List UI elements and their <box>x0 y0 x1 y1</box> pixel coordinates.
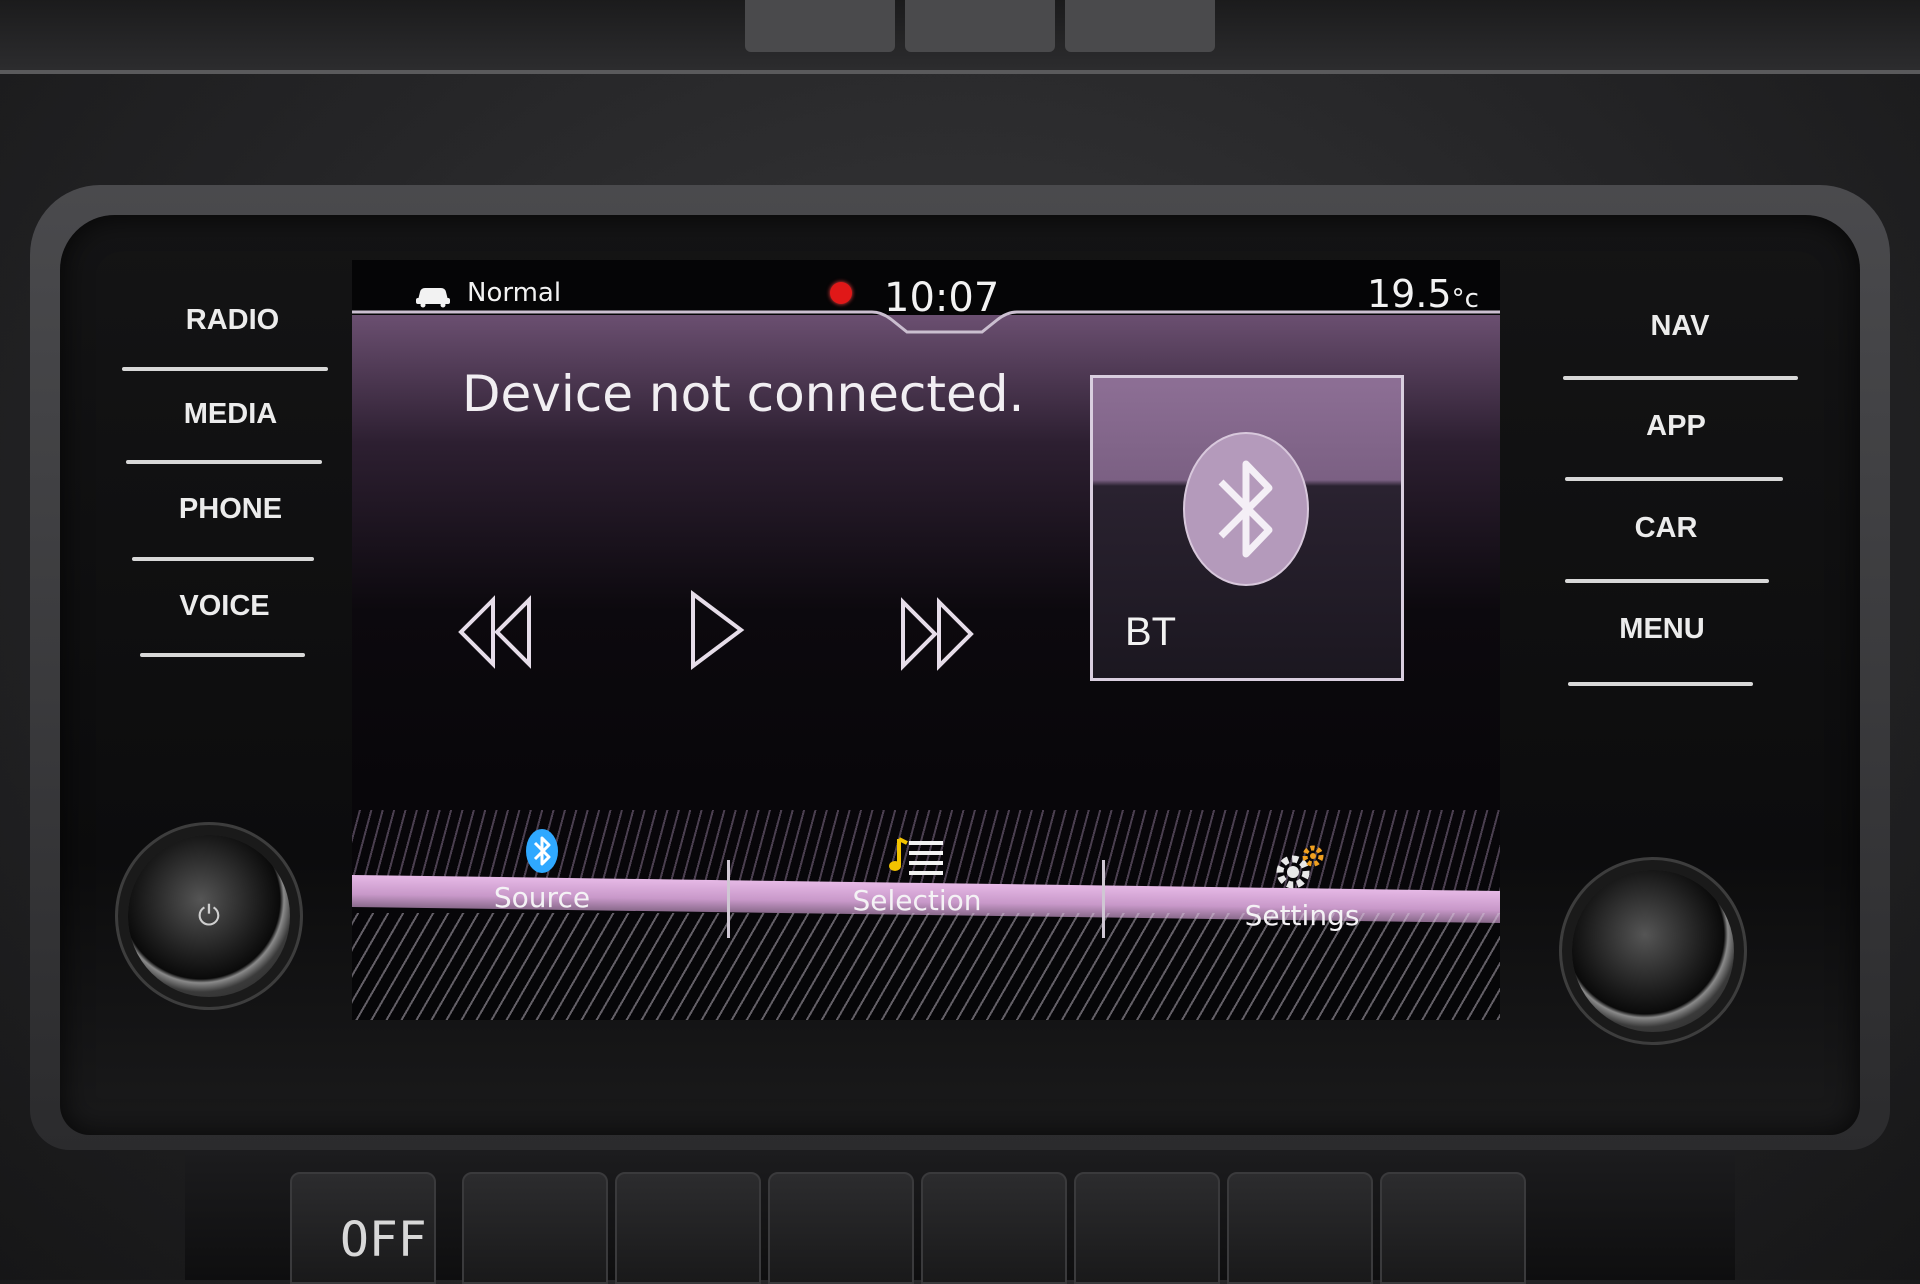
climate-button[interactable] <box>1074 1172 1220 1284</box>
vent-slat <box>1065 0 1215 52</box>
hw-button-media[interactable]: MEDIA <box>148 398 313 431</box>
tab-settings[interactable]: Settings <box>1197 842 1407 932</box>
climate-button[interactable] <box>462 1172 608 1284</box>
tuning-knob[interactable] <box>1572 870 1734 1032</box>
climate-button[interactable] <box>615 1172 761 1284</box>
hw-button-menu[interactable]: MENU <box>1582 613 1742 646</box>
bluetooth-icon <box>1183 432 1309 586</box>
tab-divider <box>1102 860 1105 938</box>
hw-button-phone[interactable]: PHONE <box>148 493 313 526</box>
divider <box>140 653 305 657</box>
hw-button-car[interactable]: CAR <box>1586 512 1746 545</box>
divider <box>132 557 314 561</box>
dashboard-vent <box>0 0 1920 74</box>
outside-temperature: 19.5°c <box>1367 272 1479 316</box>
tab-source-label: Source <box>493 881 591 914</box>
power-volume-knob[interactable]: ⏻ <box>128 835 290 997</box>
climate-button[interactable] <box>921 1172 1067 1284</box>
hw-button-app[interactable]: APP <box>1596 410 1756 443</box>
source-tile-label: BT <box>1125 610 1177 654</box>
play-icon[interactable] <box>687 590 747 670</box>
rewind-icon[interactable] <box>457 595 537 670</box>
temperature-value: 19.5 <box>1367 272 1452 316</box>
hw-button-voice[interactable]: VOICE <box>142 590 307 623</box>
display-screen: Normal 10:07 19.5°c Device not connected… <box>352 260 1500 1020</box>
power-icon: ⏻ <box>197 899 221 932</box>
fan-status: OFF <box>340 1212 427 1268</box>
car-icon <box>416 288 450 308</box>
tab-source[interactable]: Source <box>442 828 642 914</box>
hw-button-radio[interactable]: RADIO <box>150 304 315 337</box>
hw-button-nav[interactable]: NAV <box>1600 310 1760 343</box>
gear-icon <box>1276 845 1324 889</box>
climate-button[interactable] <box>1380 1172 1526 1284</box>
bluetooth-source-tile[interactable]: BT <box>1090 375 1404 681</box>
connection-status-message: Device not connected. <box>462 365 1025 423</box>
divider <box>122 367 328 371</box>
temperature-unit: °c <box>1451 284 1479 314</box>
vent-slat <box>745 0 895 52</box>
fast-forward-icon[interactable] <box>897 597 977 672</box>
vent-slat <box>905 0 1055 52</box>
tab-divider <box>727 860 730 938</box>
music-list-icon <box>889 837 943 875</box>
climate-button[interactable] <box>768 1172 914 1284</box>
divider <box>126 460 322 464</box>
recording-dot-icon <box>830 282 852 304</box>
climate-button[interactable] <box>1227 1172 1373 1284</box>
divider <box>1565 477 1783 481</box>
divider <box>1565 579 1769 583</box>
divider <box>1568 682 1753 686</box>
tab-settings-label: Settings <box>1244 899 1360 932</box>
tab-selection[interactable]: Selection <box>812 835 1022 917</box>
divider <box>1563 376 1798 380</box>
bluetooth-icon <box>526 829 558 873</box>
tab-selection-label: Selection <box>852 884 982 917</box>
drive-mode-label: Normal <box>467 278 562 308</box>
clock: 10:07 <box>884 275 1000 321</box>
